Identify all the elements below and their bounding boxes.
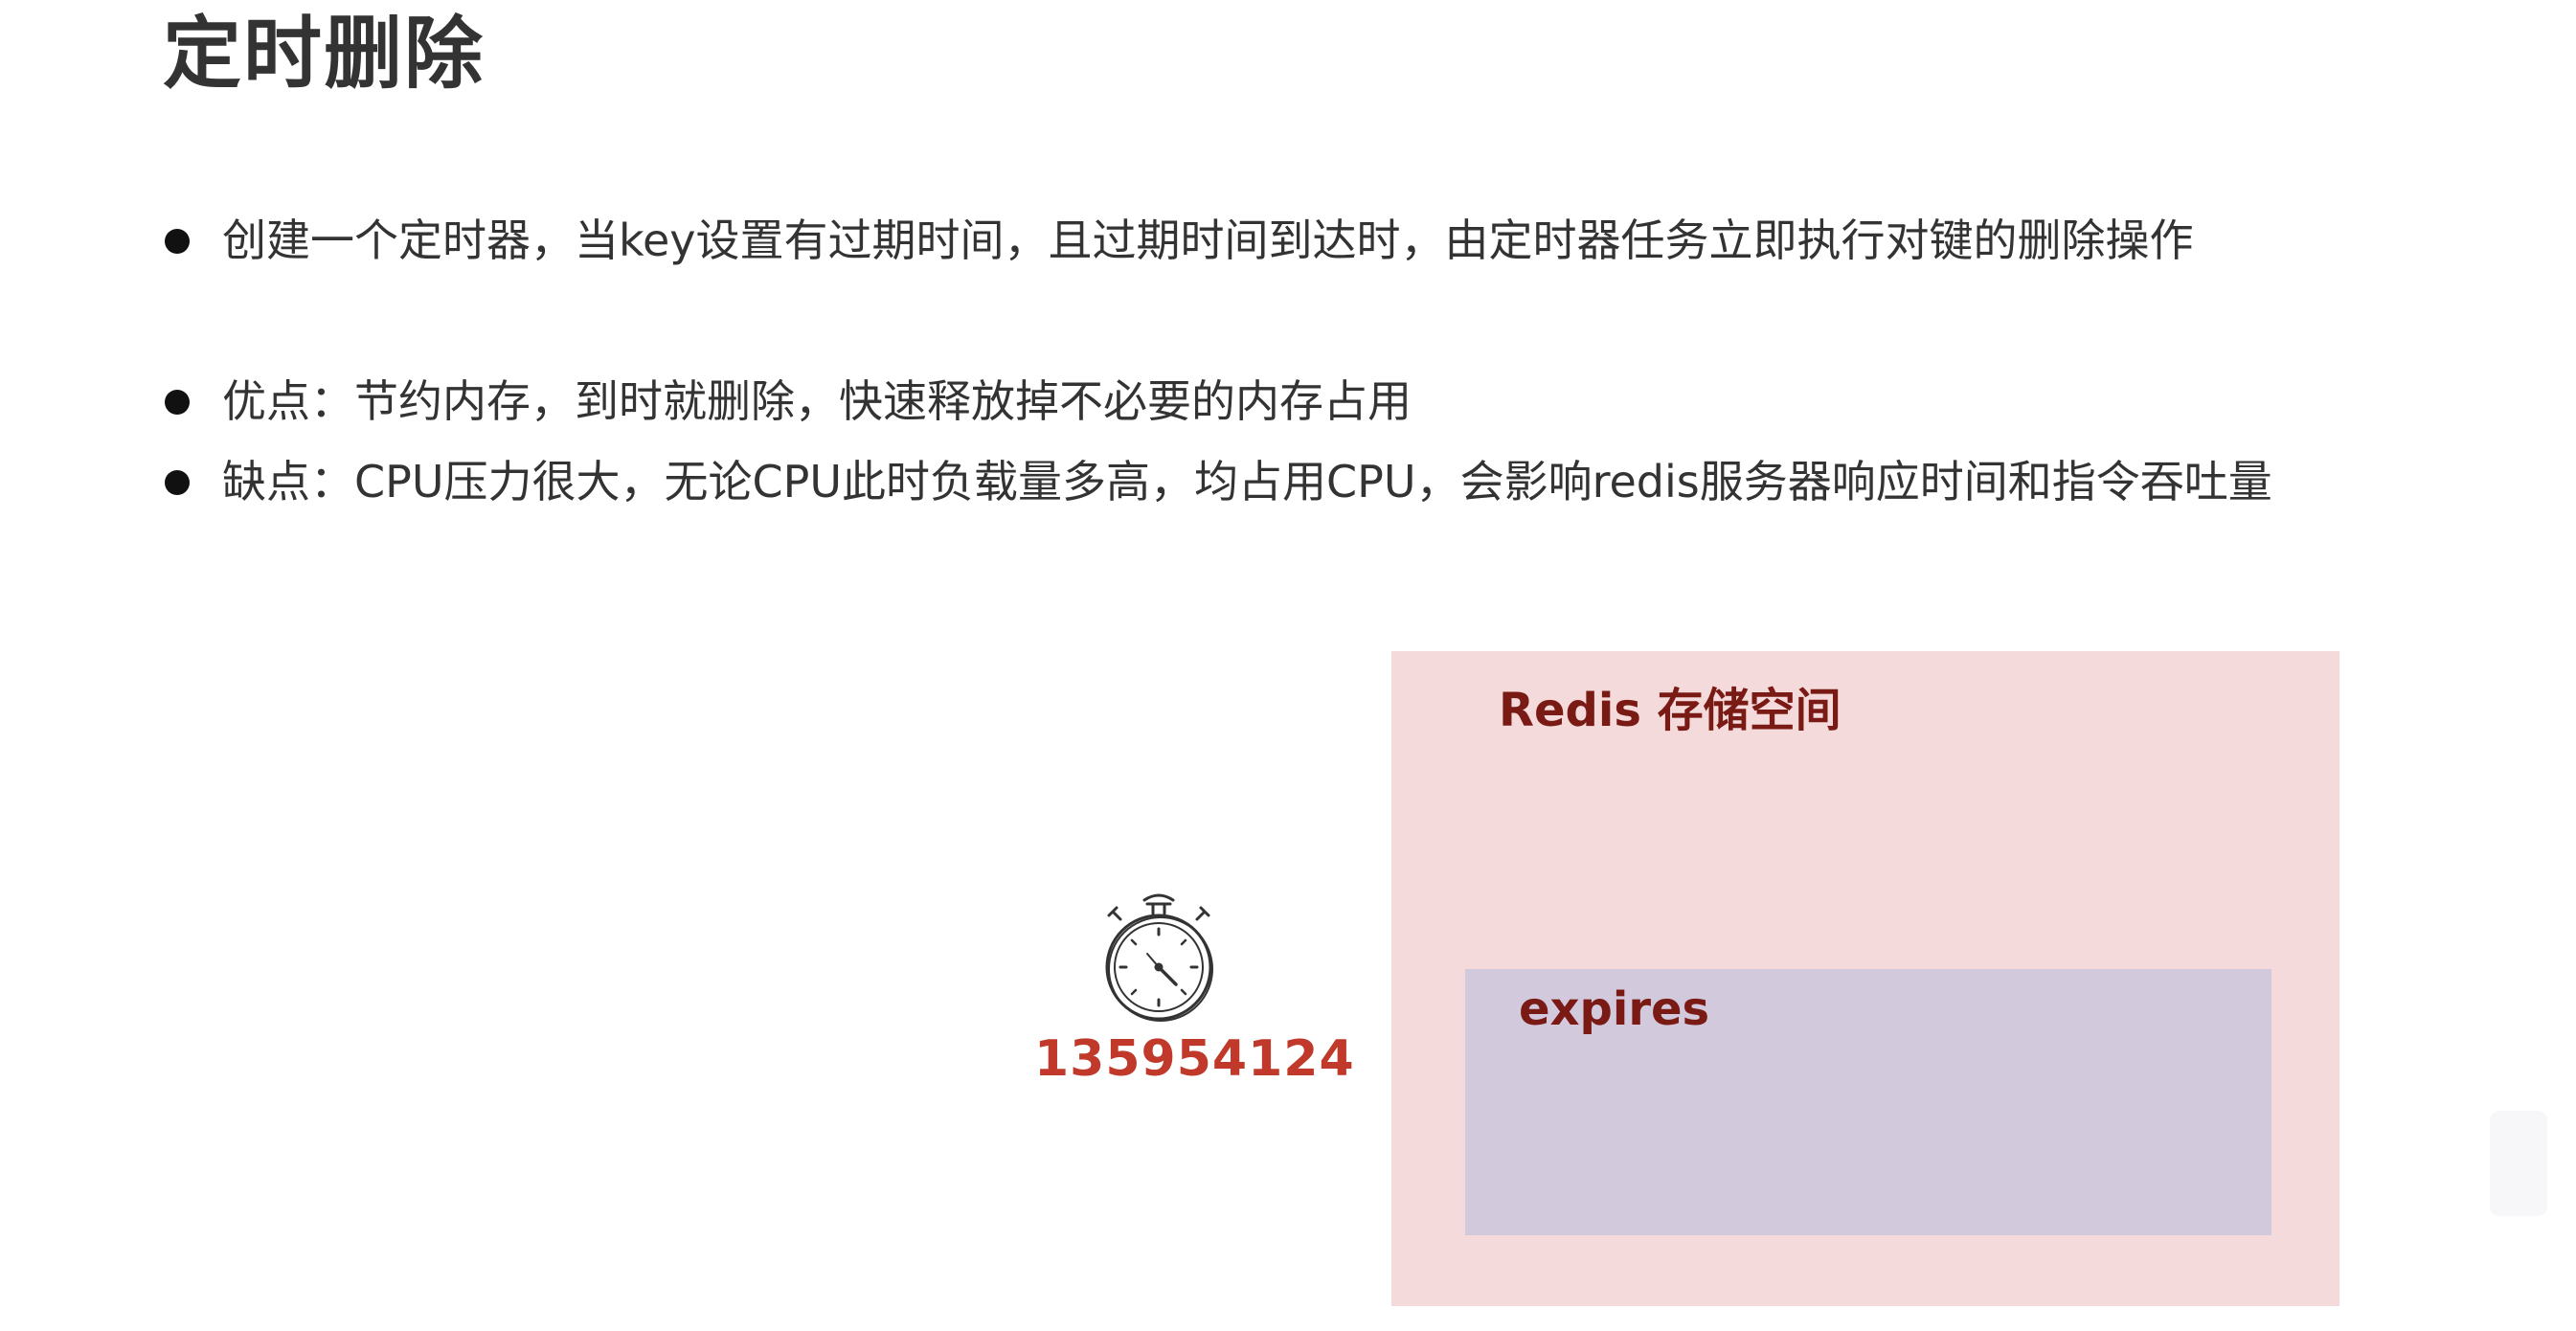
bullet-item-definition: 创建一个定时器，当key设置有过期时间，且过期时间到达时，由定时器任务立即执行对… bbox=[165, 214, 2194, 267]
redis-storage-area: Redis 存储空间 expires bbox=[1391, 651, 2339, 1306]
expires-label: expires bbox=[1519, 982, 1710, 1036]
bullet-item-advantage: 优点：节约内存，到时就删除，快速释放掉不必要的内存占用 bbox=[165, 375, 1412, 428]
edge-artifact bbox=[2490, 1111, 2547, 1216]
bullet-text: 创建一个定时器，当key设置有过期时间，且过期时间到达时，由定时器任务立即执行对… bbox=[222, 214, 2194, 266]
slide: 定时删除 创建一个定时器，当key设置有过期时间，且过期时间到达时，由定时器任务… bbox=[0, 0, 2576, 1331]
bullet-item-disadvantage: 缺点：CPU压力很大，无论CPU此时负载量多高，均占用CPU，会影响redis服… bbox=[165, 456, 2272, 508]
stopwatch-icon bbox=[1105, 893, 1213, 1022]
expires-area: expires bbox=[1465, 969, 2271, 1235]
bullet-dot-icon bbox=[165, 469, 190, 495]
bullet-text: 缺点：CPU压力很大，无论CPU此时负载量多高，均占用CPU，会影响redis服… bbox=[222, 456, 2272, 508]
timer-value: 135954124 bbox=[1034, 1030, 1355, 1088]
bullet-text: 优点：节约内存，到时就删除，快速释放掉不必要的内存占用 bbox=[222, 375, 1412, 427]
bullet-dot-icon bbox=[165, 228, 190, 254]
slide-title: 定时删除 bbox=[163, 9, 486, 100]
redis-storage-label: Redis 存储空间 bbox=[1499, 684, 1842, 737]
bullet-dot-icon bbox=[165, 389, 190, 415]
